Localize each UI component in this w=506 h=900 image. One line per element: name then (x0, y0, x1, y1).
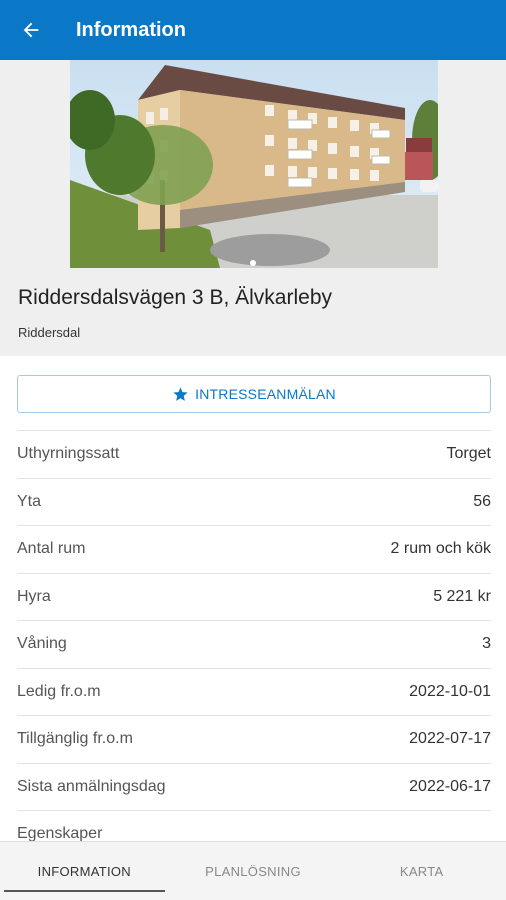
listing-header: Riddersdalsvägen 3 B, Älvkarleby Ridders… (0, 60, 506, 356)
detail-row-size: Yta 56 (17, 477, 491, 526)
detail-row-available-from: Ledig fr.o.m 2022-10-01 (17, 667, 491, 716)
bottom-tab-bar: INFORMATION PLANLÖSNING KARTA (0, 841, 506, 900)
listing-area: Riddersdal (18, 325, 81, 340)
apartment-photo[interactable] (70, 60, 438, 268)
detail-label: Sista anmälningsdag (17, 777, 166, 795)
detail-label: Ledig fr.o.m (17, 682, 101, 700)
detail-value: 56 (473, 492, 491, 510)
interest-button[interactable]: INTRESSEANMÄLAN (17, 375, 491, 413)
arrow-left-icon (23, 22, 39, 38)
tab-information[interactable]: INFORMATION (0, 842, 169, 900)
app-bar: Information (0, 0, 506, 60)
carousel-indicator (0, 253, 506, 271)
detail-value: Torget (446, 445, 491, 463)
tab-floor-plan[interactable]: PLANLÖSNING (169, 842, 338, 900)
detail-row-accessible-from: Tillgänglig fr.o.m 2022-07-17 (17, 715, 491, 763)
detail-label: Yta (17, 492, 42, 510)
detail-value: 3 (482, 635, 491, 653)
detail-value: 2 rum och kök (390, 540, 491, 558)
details-list: Uthyrningssatt Torget Yta 56 Antal rum 2… (17, 430, 491, 858)
detail-value: 2022-10-01 (409, 682, 491, 700)
detail-row-last-application-date: Sista anmälningsdag 2022-06-17 (17, 762, 491, 811)
detail-value: 2022-07-17 (409, 730, 491, 748)
detail-row-floor: Våning 3 (17, 620, 491, 668)
detail-row-rent: Hyra 5 221 kr (17, 572, 491, 621)
detail-row-rooms: Antal rum 2 rum och kök (17, 525, 491, 573)
carousel-dot[interactable] (250, 260, 256, 266)
interest-button-label: INTRESSEANMÄLAN (195, 386, 336, 402)
listing-address: Riddersdalsvägen 3 B, Älvkarleby (18, 286, 332, 309)
detail-label: Uthyrningssatt (17, 445, 120, 463)
page-title: Information (76, 18, 186, 41)
detail-label: Tillgänglig fr.o.m (17, 730, 133, 748)
tab-map[interactable]: KARTA (337, 842, 506, 900)
detail-label: Våning (17, 635, 67, 653)
detail-label: Hyra (17, 587, 51, 605)
detail-value: 5 221 kr (433, 587, 491, 605)
detail-label: Antal rum (17, 540, 86, 558)
back-button[interactable] (0, 0, 62, 60)
detail-value: 2022-06-17 (409, 777, 491, 795)
star-icon (173, 386, 188, 401)
detail-row-rental-type: Uthyrningssatt Torget (17, 430, 491, 478)
